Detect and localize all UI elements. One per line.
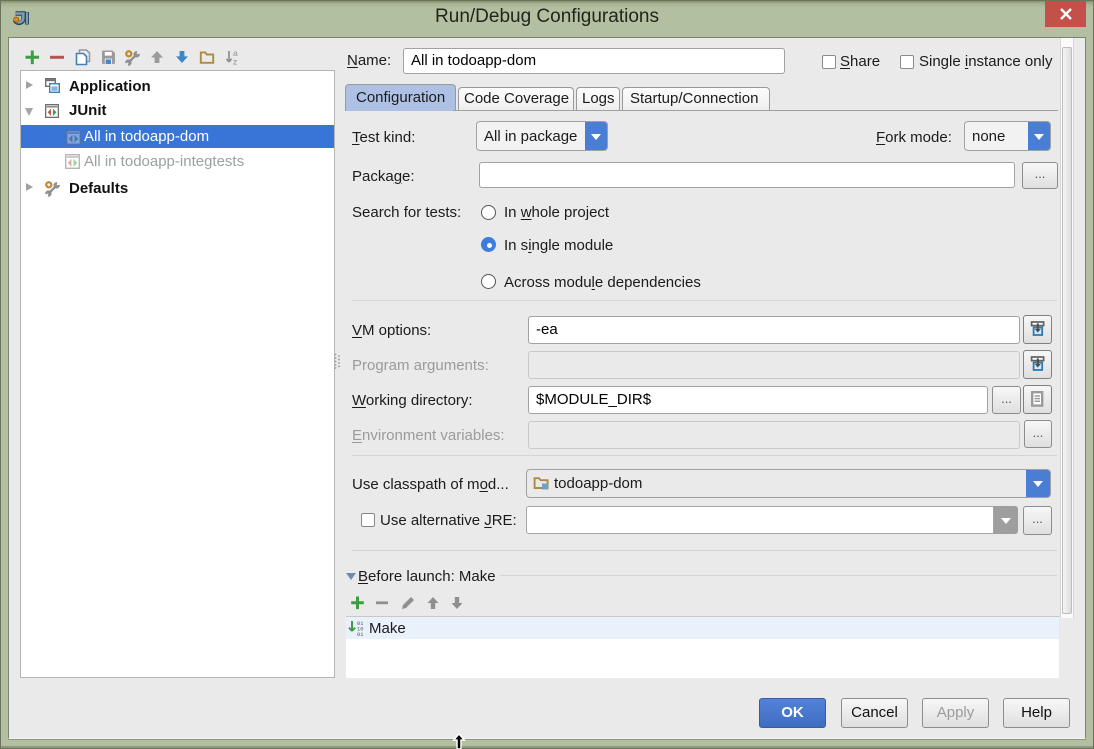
svg-text:z: z: [233, 57, 237, 67]
svg-text:01: 01: [357, 632, 363, 637]
